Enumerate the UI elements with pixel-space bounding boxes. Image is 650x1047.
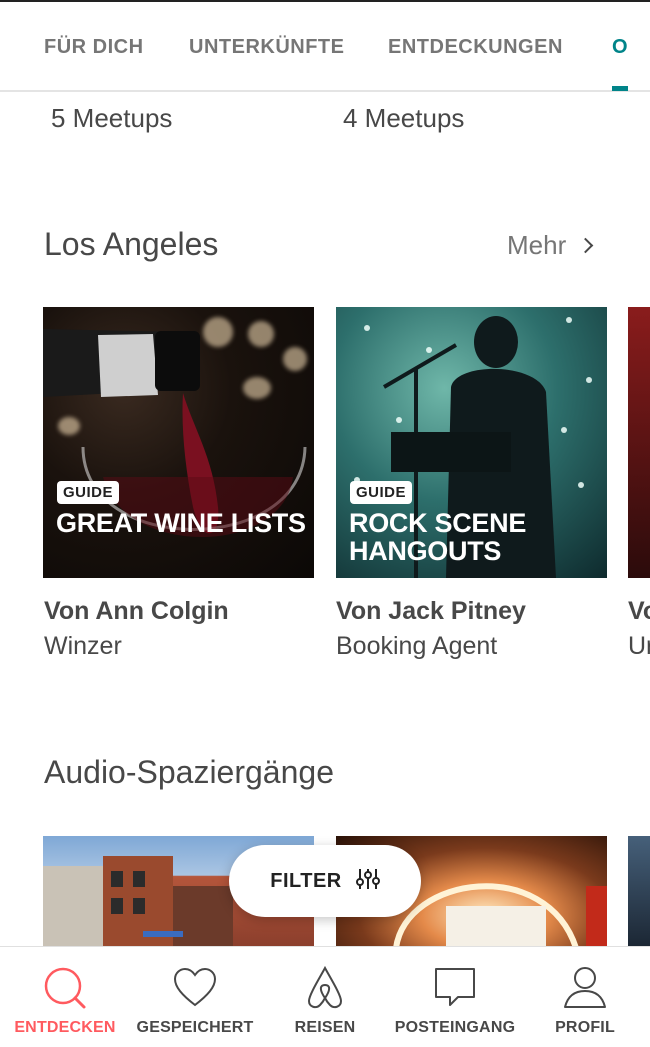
more-label: Mehr — [507, 230, 567, 260]
nav-label: PROFIL — [555, 1019, 615, 1036]
active-tab-indicator — [612, 86, 628, 91]
filter-button[interactable]: FILTER — [229, 845, 421, 917]
heart-icon — [173, 967, 217, 1007]
card-author[interactable]: Von Ann Colgin — [44, 597, 229, 626]
more-link[interactable]: Mehr — [507, 230, 594, 261]
nav-label: POSTEINGANG — [394, 1019, 516, 1036]
tab-entdeckungen[interactable]: ENTDECKUNGEN — [388, 36, 563, 59]
section-title-audio: Audio-Spaziergänge — [44, 754, 334, 790]
message-icon — [435, 968, 475, 1006]
search-icon — [44, 967, 86, 1009]
nav-profil[interactable]: PROFIL — [520, 947, 650, 1047]
filter-label: FILTER — [270, 869, 342, 892]
nav-gespeichert[interactable]: GESPEICHERT — [130, 947, 260, 1047]
nav-entdecken[interactable]: ENTDECKEN — [0, 947, 130, 1047]
top-tab-bar: FÜR DICH UNTERKÜNFTE ENTDECKUNGEN O — [0, 0, 650, 92]
guide-badge: GUIDE — [350, 481, 413, 504]
guide-card-image-partial[interactable] — [628, 307, 650, 578]
meetup-count: 4 Meetups — [343, 103, 465, 133]
tab-fuer-dich[interactable]: FÜR DICH — [44, 36, 144, 59]
guide-badge: GUIDE — [57, 481, 120, 504]
card-author[interactable]: Von Jack Pitney — [336, 597, 526, 626]
card-role: Winzer — [44, 632, 122, 660]
card-role: Booking Agent — [336, 632, 498, 660]
nav-label: REISEN — [294, 1019, 356, 1036]
card-author[interactable]: Vo — [628, 597, 650, 626]
guide-card-image-wine[interactable]: GUIDE GREAT WINE LISTS — [43, 307, 314, 578]
sliders-icon — [355, 868, 380, 895]
section-title-los-angeles: Los Angeles — [44, 226, 219, 262]
chevron-right-icon — [577, 237, 594, 254]
person-icon — [564, 967, 606, 1008]
nav-posteingang[interactable]: POSTEINGANG — [390, 947, 520, 1047]
nav-label: ENTDECKEN — [14, 1019, 116, 1036]
guide-title: ROCK SCENE HANGOUTS — [349, 508, 527, 566]
guide-card-image-rock[interactable]: GUIDE ROCK SCENE HANGOUTS — [336, 307, 607, 578]
tab-unterkuenfte[interactable]: UNTERKÜNFTE — [189, 36, 345, 59]
guide-title: GREAT WINE LISTS — [56, 508, 306, 538]
nav-label: GESPEICHERT — [136, 1019, 254, 1036]
tab-partial-active[interactable]: O — [612, 36, 628, 59]
audio-walk-card-image-partial[interactable] — [628, 836, 650, 948]
nav-reisen[interactable]: REISEN — [260, 947, 390, 1047]
bottom-navigation: ENTDECKEN GESPEICHERT REISEN POSTEINGANG… — [0, 946, 650, 1047]
airbnb-logo-icon — [307, 965, 343, 1009]
card-role: Ur — [628, 632, 650, 660]
meetup-count: 5 Meetups — [51, 103, 173, 133]
